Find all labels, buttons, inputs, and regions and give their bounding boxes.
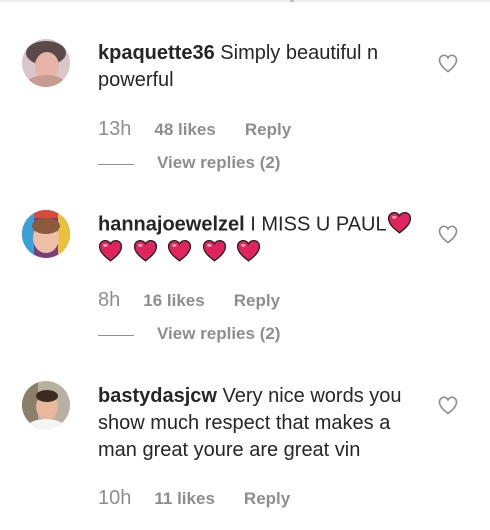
replies-dash <box>98 335 134 336</box>
view-replies-label[interactable]: View replies (2) <box>157 153 280 173</box>
avatar[interactable] <box>22 210 70 258</box>
avatar[interactable] <box>22 381 70 429</box>
comment-likes[interactable]: 11 likes <box>154 489 215 509</box>
comment-username[interactable]: bastydasjcw <box>98 385 217 407</box>
heart-emoji-group <box>98 239 265 267</box>
comment-meta: 13h 48 likes Reply <box>98 118 291 142</box>
top-divider <box>0 0 490 2</box>
comment-text: I MISS U PAUL <box>250 213 387 236</box>
like-heart-icon[interactable] <box>436 51 460 75</box>
red-heart-emoji-icon <box>168 239 192 262</box>
view-replies-label[interactable]: View replies (2) <box>157 324 280 344</box>
comment-time: 8h <box>98 289 121 311</box>
like-heart-icon[interactable] <box>436 222 460 246</box>
avatar[interactable] <box>22 39 70 87</box>
replies-dash <box>98 164 134 165</box>
scroll-indicator <box>290 0 294 2</box>
red-heart-emoji-icon <box>98 239 123 262</box>
red-heart-emoji-icon <box>237 239 261 262</box>
red-heart-emoji-icon <box>387 211 411 234</box>
heart-emoji-group <box>387 211 416 239</box>
comment-time: 10h <box>98 487 132 509</box>
comment-likes[interactable]: 16 likes <box>143 291 204 311</box>
comment-body: hannajoewelzel I MISS U PAUL <box>98 211 418 267</box>
comment-time: 13h <box>98 118 132 140</box>
comment-meta: 8h 16 likes Reply <box>98 289 280 313</box>
comment-username[interactable]: hannajoewelzel <box>98 213 245 235</box>
reply-button[interactable]: Reply <box>244 489 290 509</box>
comment-meta: 10h 11 likes Reply <box>98 487 290 511</box>
comment-username[interactable]: kpaquette36 <box>98 42 215 64</box>
red-heart-emoji-icon <box>133 239 157 262</box>
reply-button[interactable]: Reply <box>234 291 280 311</box>
comment-body: bastydasjcw Very nice words you show muc… <box>98 383 418 464</box>
red-heart-emoji-icon <box>202 239 226 262</box>
comment-body: kpaquette36 Simply beautiful n powerful <box>98 40 418 94</box>
comment-likes[interactable]: 48 likes <box>154 120 215 140</box>
like-heart-icon[interactable] <box>436 393 460 417</box>
reply-button[interactable]: Reply <box>245 120 291 140</box>
